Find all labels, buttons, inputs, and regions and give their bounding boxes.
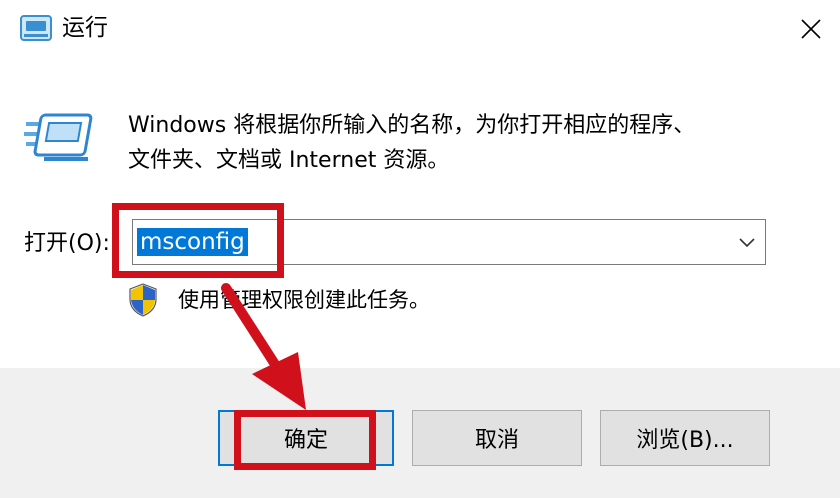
browse-button[interactable]: 浏览(B)...	[600, 410, 770, 466]
close-button[interactable]	[782, 0, 840, 58]
description-line-2: 文件夹、文档或 Internet 资源。	[128, 148, 450, 173]
description: Windows 将根据你所输入的名称，为你打开相应的程序、 文件夹、文档或 In…	[128, 108, 768, 178]
annotation-highlight-input	[112, 203, 284, 278]
uac-shield-icon	[129, 283, 157, 317]
close-icon	[801, 19, 821, 39]
admin-note: 使用管理权限创建此任务。	[178, 288, 430, 312]
window-title: 运行	[62, 15, 108, 41]
chevron-down-icon[interactable]	[737, 232, 757, 252]
run-app-icon	[24, 113, 93, 161]
annotation-highlight-ok	[234, 410, 376, 470]
cancel-button[interactable]: 取消	[412, 410, 582, 466]
description-line-1: Windows 将根据你所输入的名称，为你打开相应的程序、	[128, 113, 696, 138]
run-app-icon	[20, 15, 52, 41]
title-bar: 运行	[0, 0, 840, 60]
open-label: 打开(O):	[24, 231, 110, 256]
